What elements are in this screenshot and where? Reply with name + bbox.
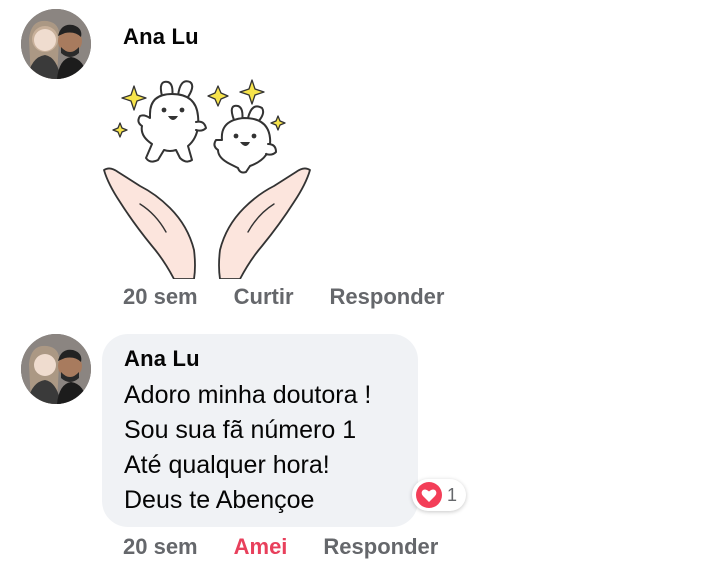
comment-actions: 20 sem Curtir Responder: [123, 284, 444, 310]
comment-text: Ana Lu Adoro minha doutora ! Sou sua fã …: [0, 320, 720, 577]
reaction-summary[interactable]: 1: [412, 479, 467, 511]
reply-button[interactable]: Responder: [330, 284, 445, 310]
avatar[interactable]: [21, 334, 91, 404]
comment-author[interactable]: Ana Lu: [123, 24, 199, 50]
comment-time[interactable]: 20 sem: [123, 284, 198, 310]
profile-photo-icon: [21, 9, 91, 79]
reply-button[interactable]: Responder: [323, 534, 438, 560]
reaction-count: 1: [447, 484, 458, 505]
like-button[interactable]: Curtir: [234, 284, 294, 310]
avatar[interactable]: [21, 9, 91, 79]
comment-bubble[interactable]: Ana Lu Adoro minha doutora ! Sou sua fã …: [102, 334, 418, 527]
heart-icon: [416, 482, 442, 508]
profile-photo-icon: [21, 334, 91, 404]
comment-time[interactable]: 20 sem: [123, 534, 198, 560]
love-button[interactable]: Amei: [234, 534, 288, 560]
sticker: [100, 74, 315, 280]
comment-sticker: Ana Lu 20 sem Curtir Responder: [0, 0, 720, 320]
comment-message: Adoro minha doutora ! Sou sua fã número …: [124, 381, 372, 514]
comment-author[interactable]: Ana Lu: [124, 346, 200, 372]
comment-actions: 20 sem Amei Responder: [123, 534, 438, 560]
bunnies-hands-sparkles-sticker-icon: [103, 79, 311, 280]
